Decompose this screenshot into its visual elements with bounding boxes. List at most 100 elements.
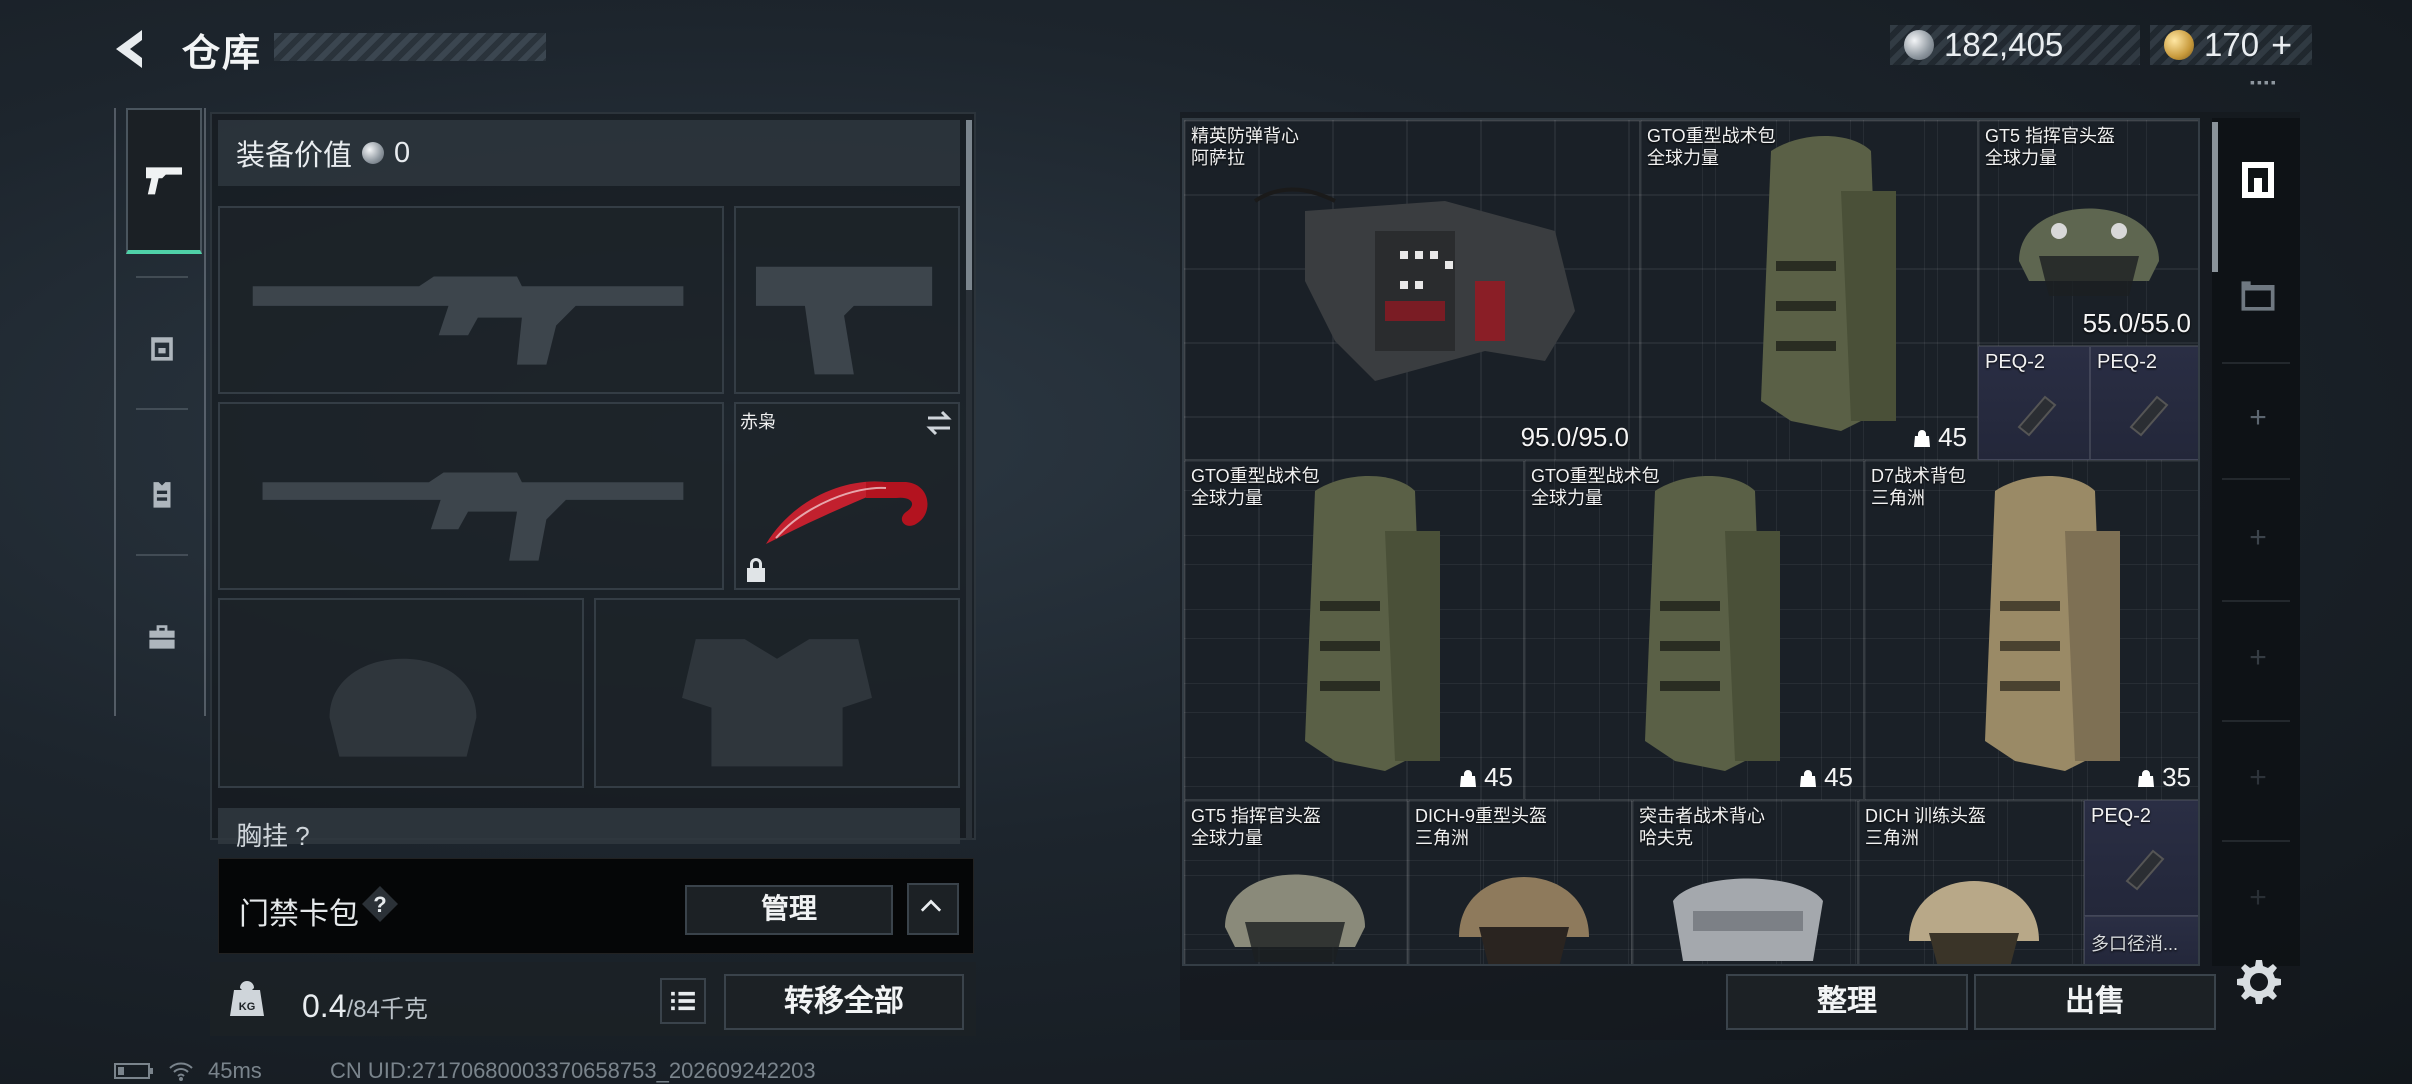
lock-icon <box>747 558 765 582</box>
item-name: GT5 指挥官头盔 <box>1985 126 2116 146</box>
item-name: 多口径消... <box>2091 934 2179 954</box>
status-bar: 45ms <box>114 1058 262 1084</box>
item-name: PEQ-2 <box>2091 805 2152 827</box>
loadout-scroll-thumb[interactable] <box>966 120 972 290</box>
sell-button[interactable]: 出售 <box>1974 974 2216 1030</box>
stash-item[interactable]: PEQ-2 <box>1978 346 2090 460</box>
karambit-knife-image <box>766 481 928 544</box>
nav-toolbox[interactable] <box>126 566 198 706</box>
stash-item[interactable]: PEQ-2 <box>2084 800 2198 916</box>
rifle-silhouette-icon <box>262 472 684 561</box>
currency-primary-value: 182,405 <box>1944 26 2064 63</box>
weight-value: 0.4 <box>302 988 347 1024</box>
stash-item[interactable]: 突击者战术背心 哈夫克 <box>1632 800 1858 964</box>
list-view-button[interactable] <box>660 978 706 1024</box>
stash-item[interactable]: DICH 训练头盔 三角洲 <box>1858 800 2084 964</box>
wifi-icon <box>169 1062 193 1081</box>
primary-weapon-slot[interactable] <box>218 206 724 394</box>
silver-coin-icon <box>362 142 385 164</box>
list-icon <box>671 991 695 1011</box>
stash-item[interactable]: GTO重型战术包 全球力量 45 <box>1184 460 1524 800</box>
peq2-laser-image <box>2129 395 2169 437</box>
add-tab-plus-icon[interactable]: + <box>2246 883 2270 913</box>
capacity-icon <box>1914 429 1931 447</box>
page-title: 仓库 <box>182 33 263 75</box>
chest-rig-label: 胸挂 ? <box>218 808 960 851</box>
item-name: DICH 训练头盔 <box>1865 806 1986 826</box>
vest-icon <box>153 482 171 508</box>
item-capacity: 35 <box>2162 762 2191 792</box>
svg-text:?: ? <box>373 892 386 917</box>
helmet-icon <box>151 337 173 361</box>
stash-item[interactable]: D7战术背包 三角洲 35 <box>1864 460 2198 800</box>
helmet-slot[interactable] <box>218 598 584 788</box>
item-name: GT5 指挥官头盔 <box>1191 806 1322 826</box>
back-arrow-icon[interactable] <box>108 26 154 72</box>
equipment-value: 0 <box>394 136 411 169</box>
stash-item[interactable]: DICH-9重型头盔 三角洲 <box>1408 800 1632 964</box>
currency-primary[interactable]: 182,405 <box>1890 25 2140 65</box>
equipment-value-bar: 装备价值 0 <box>218 120 960 186</box>
item-durability: 95.0/95.0 <box>1520 422 1629 452</box>
item-maker: 哈夫克 <box>1639 828 1693 848</box>
tactical-vest-image <box>1673 878 1823 961</box>
help-icon[interactable]: ? <box>359 883 401 925</box>
nav-weapons[interactable] <box>126 108 202 254</box>
ping-readout: 45ms <box>208 1058 262 1083</box>
armor-slot[interactable] <box>594 598 960 788</box>
stash-item[interactable]: GTO重型战术包 全球力量 45 <box>1640 120 1978 460</box>
backpack-image <box>1305 476 1440 771</box>
item-capacity: 45 <box>1938 422 1967 452</box>
nav-vest[interactable] <box>126 424 198 564</box>
pistol-silhouette-icon <box>755 266 933 375</box>
weight-readout: 0.4/84千克 <box>302 988 428 1025</box>
swap-icon[interactable] <box>924 408 954 438</box>
transfer-all-button[interactable]: 转移全部 <box>724 974 964 1030</box>
peq2-laser-image <box>2125 849 2165 891</box>
manage-button[interactable]: 管理 <box>685 885 893 935</box>
item-name: DICH-9重型头盔 <box>1415 806 1548 826</box>
currency-secondary[interactable]: 170 + <box>2150 24 2312 66</box>
add-tab-plus-icon[interactable]: + <box>2246 523 2270 553</box>
nav-helmet[interactable] <box>126 278 198 418</box>
gold-coin-icon <box>2164 30 2194 60</box>
helmet-image <box>2019 208 2159 296</box>
add-tab-plus-icon[interactable]: + <box>2246 403 2270 433</box>
stash-item[interactable]: 多口径消... <box>2084 916 2198 964</box>
stash-item[interactable]: PEQ-2 <box>2090 346 2198 460</box>
rifle-silhouette-icon <box>252 276 684 365</box>
player-uid: CN UID:27170680003370658753_202609242203 <box>330 1058 816 1083</box>
melee-slot[interactable]: 赤枭 <box>734 402 960 590</box>
sidearm-slot[interactable] <box>734 206 960 394</box>
stash-item[interactable]: 精英防弹背心 阿萨拉 95.0/95.0 <box>1184 120 1640 460</box>
item-name: D7战术背包 <box>1871 466 1967 486</box>
expand-button[interactable] <box>907 883 959 935</box>
settings-icon[interactable] <box>2236 958 2282 1004</box>
stash-item[interactable]: GTO重型战术包 全球力量 45 <box>1524 460 1864 800</box>
kg-weight-icon: KG <box>230 981 264 1016</box>
sort-button[interactable]: 整理 <box>1726 974 1968 1030</box>
backpack-image <box>1985 476 2120 771</box>
stash-item[interactable]: GT5 指挥官头盔 全球力量 55.0/55.0 <box>1978 120 2198 346</box>
silver-coin-icon <box>1904 30 1934 60</box>
add-tab-plus-icon[interactable]: + <box>2246 763 2270 793</box>
backpack-image <box>1645 476 1780 771</box>
stash-tab-backpack[interactable] <box>2234 154 2282 202</box>
title-decoration <box>274 33 546 61</box>
svg-text:KG: KG <box>239 1001 256 1013</box>
pistol-icon <box>146 167 182 195</box>
item-maker: 全球力量 <box>1531 488 1603 508</box>
stash-tab-container[interactable] <box>2234 272 2282 320</box>
stash-item[interactable]: GT5 指挥官头盔 全球力量 <box>1184 800 1408 964</box>
equipment-value-label: 装备价值 <box>236 140 353 172</box>
add-tab-plus-icon[interactable]: + <box>2246 643 2270 673</box>
stash-tabs-scroll-thumb[interactable] <box>2212 122 2218 272</box>
backpack-image <box>1761 136 1896 431</box>
item-maker: 全球力量 <box>1647 148 1719 168</box>
backpack-icon <box>2242 162 2274 198</box>
capacity-icon <box>1460 769 1477 787</box>
secondary-weapon-slot[interactable] <box>218 402 724 590</box>
helmet-silhouette-icon <box>329 658 477 757</box>
add-currency-button[interactable]: + <box>2271 24 2292 66</box>
weight-unit: /84千克 <box>346 996 428 1023</box>
